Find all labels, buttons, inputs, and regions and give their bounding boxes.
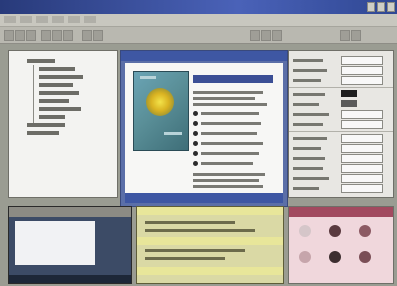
output-panel: [136, 206, 284, 284]
menu-item[interactable]: [20, 16, 32, 23]
dialog-window: [120, 50, 288, 207]
tree-item[interactable]: [39, 99, 69, 103]
dialog-title-bar: [121, 51, 287, 61]
toolbar-button[interactable]: [82, 30, 92, 41]
minimize-button[interactable]: [367, 2, 375, 12]
menu-item[interactable]: [52, 16, 64, 23]
toolbar-button[interactable]: [250, 30, 260, 41]
tool-icon[interactable]: [299, 225, 311, 237]
dialog-footer-bar: [125, 193, 283, 203]
app-window: [0, 0, 397, 286]
toolbar: [0, 27, 397, 44]
property-field[interactable]: [341, 76, 383, 85]
dialog-illustration: [133, 71, 189, 151]
property-field[interactable]: [341, 164, 383, 173]
tree-item[interactable]: [39, 83, 73, 87]
tree-item[interactable]: [39, 67, 75, 71]
menu-item[interactable]: [36, 16, 48, 23]
tree-item[interactable]: [27, 59, 55, 63]
preview-status: [9, 275, 131, 283]
tree-item[interactable]: [39, 115, 65, 119]
preview-toolbar: [9, 207, 131, 217]
toolbar-button[interactable]: [4, 30, 14, 41]
property-field[interactable]: [341, 144, 383, 153]
tree-item[interactable]: [27, 131, 59, 135]
property-field[interactable]: [341, 120, 383, 129]
property-field[interactable]: [341, 66, 383, 75]
title-bar: [0, 0, 397, 14]
toolbar-button[interactable]: [41, 30, 51, 41]
toolbar-button[interactable]: [340, 30, 350, 41]
tools-header: [289, 207, 393, 217]
property-field[interactable]: [341, 154, 383, 163]
menu-item[interactable]: [84, 16, 96, 23]
tool-icon[interactable]: [329, 225, 341, 237]
toolbar-button[interactable]: [15, 30, 25, 41]
property-field[interactable]: [341, 110, 383, 119]
tool-icon[interactable]: [329, 251, 341, 263]
toolbar-button[interactable]: [272, 30, 282, 41]
maximize-button[interactable]: [377, 2, 385, 12]
color-swatch[interactable]: [341, 100, 357, 107]
tree-panel[interactable]: [8, 50, 118, 198]
preview-canvas[interactable]: [15, 221, 95, 265]
property-field[interactable]: [341, 134, 383, 143]
menu-bar: [0, 14, 397, 27]
color-swatch[interactable]: [341, 90, 357, 97]
properties-panel: [288, 50, 394, 198]
tree-item[interactable]: [39, 107, 81, 111]
tools-panel: [288, 206, 394, 284]
toolbar-button[interactable]: [351, 30, 361, 41]
dialog-body: [125, 63, 283, 202]
tree-item[interactable]: [39, 91, 79, 95]
toolbar-button[interactable]: [261, 30, 271, 41]
tool-icon[interactable]: [299, 251, 311, 263]
tool-icon[interactable]: [359, 225, 371, 237]
property-field[interactable]: [341, 184, 383, 193]
tree-item[interactable]: [27, 123, 65, 127]
close-button[interactable]: [387, 2, 395, 12]
tree-item[interactable]: [39, 75, 83, 79]
menu-item[interactable]: [4, 16, 16, 23]
toolbar-button[interactable]: [52, 30, 62, 41]
property-field[interactable]: [341, 56, 383, 65]
tool-icon[interactable]: [359, 251, 371, 263]
menu-item[interactable]: [68, 16, 80, 23]
toolbar-button[interactable]: [93, 30, 103, 41]
toolbar-button[interactable]: [26, 30, 36, 41]
toolbar-button[interactable]: [63, 30, 73, 41]
dialog-heading: [193, 75, 273, 83]
property-field[interactable]: [341, 174, 383, 183]
preview-panel: [8, 206, 132, 284]
output-header: [137, 207, 283, 215]
